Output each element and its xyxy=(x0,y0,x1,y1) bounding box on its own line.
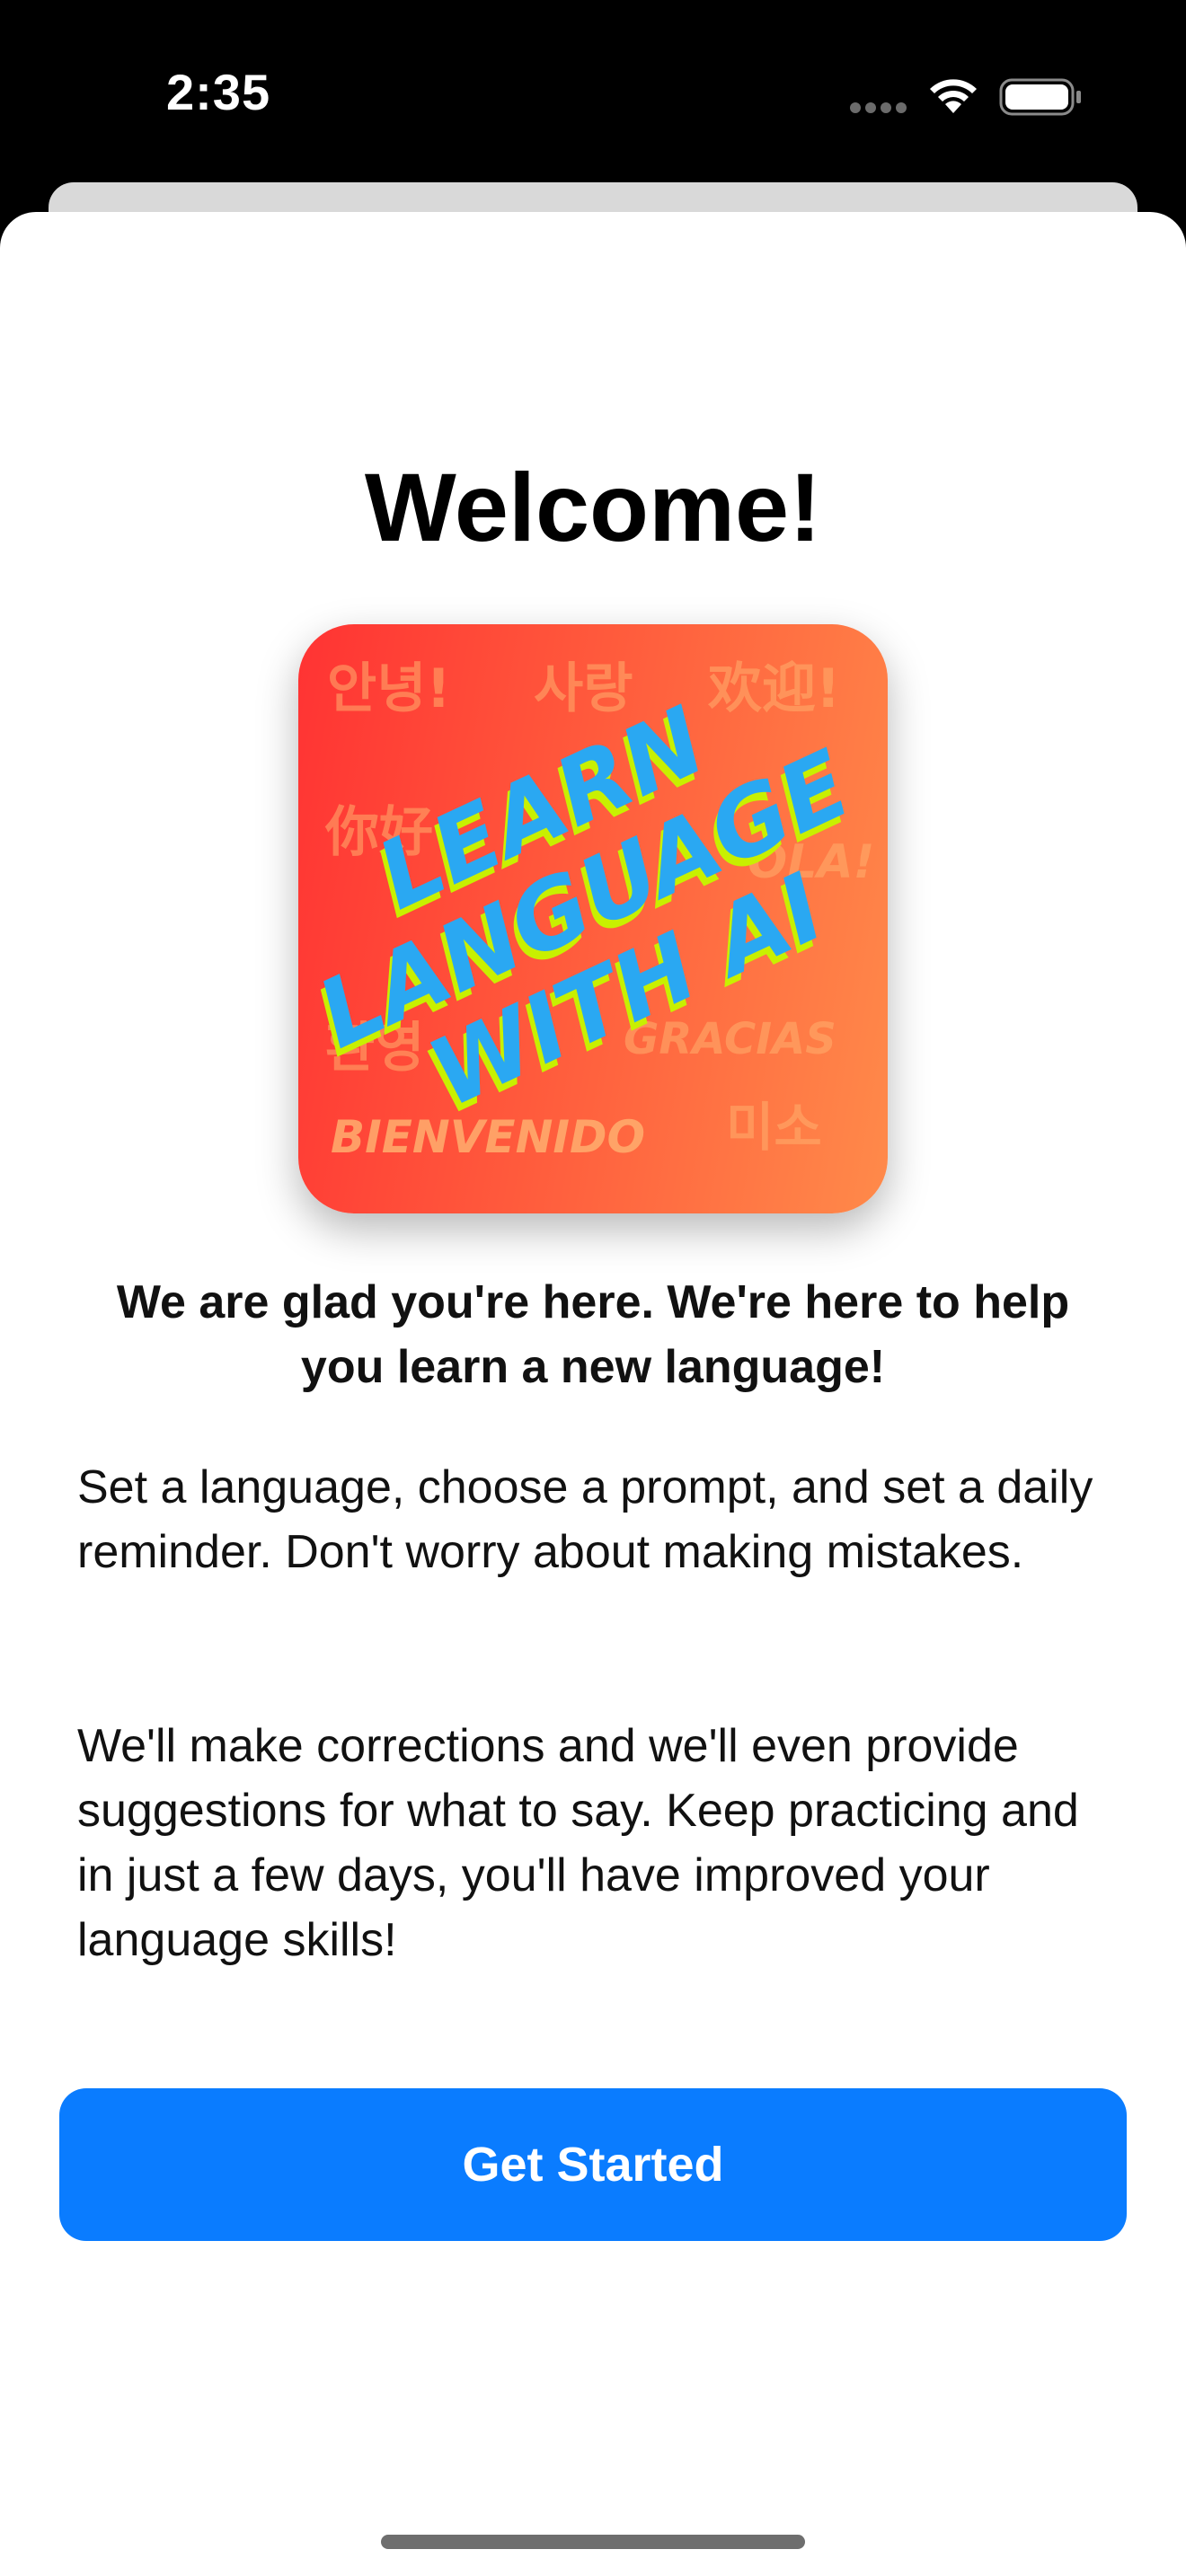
hero-art: 안녕! 사랑 欢迎! 你好 OLA! 환영 GRACIAS BIENVENIDO… xyxy=(298,624,888,1213)
hero-word-sarang: 사랑 xyxy=(534,657,633,720)
status-bar: 2:35 xyxy=(0,0,1186,180)
hero-word-annyeong: 안녕! xyxy=(327,657,451,720)
intro-paragraph-1: Set a language, choose a prompt, and set… xyxy=(77,1461,1093,1578)
battery-icon xyxy=(999,78,1081,116)
welcome-tagline: We are glad you're here. We're here to h… xyxy=(116,1276,1070,1393)
status-time: 2:35 xyxy=(166,64,271,120)
page-title: Welcome! xyxy=(364,453,822,561)
get-started-button[interactable]: Get Started xyxy=(59,2088,1127,2241)
home-indicator[interactable] xyxy=(381,2535,805,2549)
hero-word-miso: 미소 xyxy=(726,1097,822,1158)
signal-dots-icon xyxy=(850,102,907,115)
hero-word-huanying: 欢迎! xyxy=(707,657,840,720)
hero-illustration: 안녕! 사랑 欢迎! 你好 OLA! 환영 GRACIAS BIENVENIDO… xyxy=(299,657,875,1163)
intro-paragraph-2: We'll make corrections and we'll even pr… xyxy=(77,1720,1079,1966)
wifi-icon xyxy=(930,79,977,113)
screen: 2:35 Welcome! 안녕! 사랑 欢迎! 你好 OLA! 환영 GRAC… xyxy=(0,0,1186,2576)
